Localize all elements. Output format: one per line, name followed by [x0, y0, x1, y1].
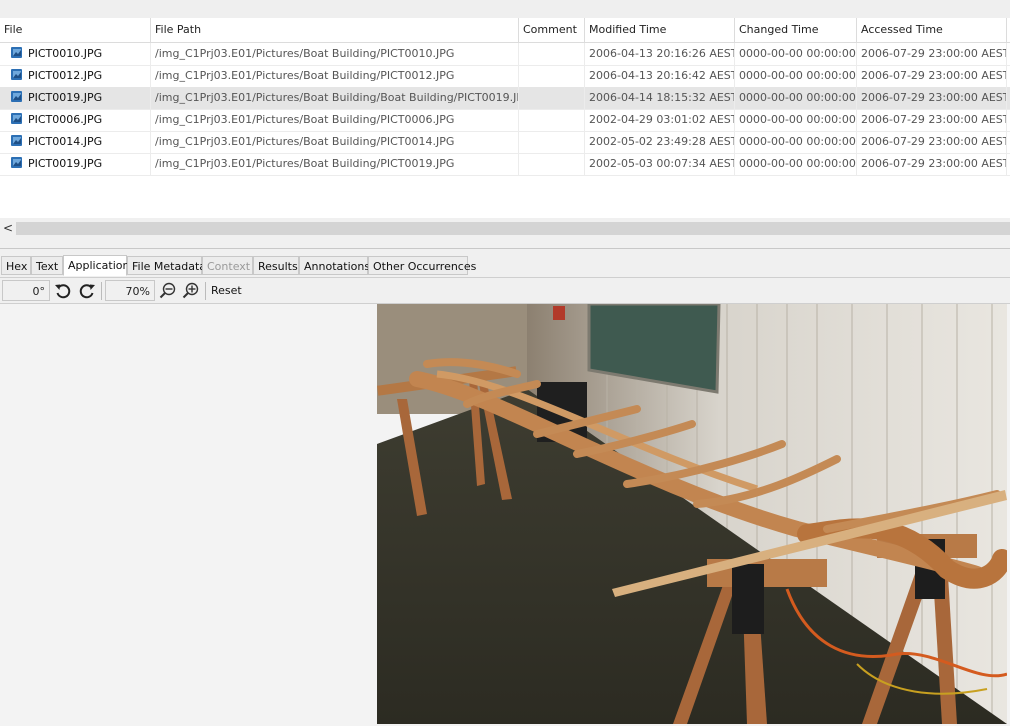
image-file-icon: [11, 69, 22, 80]
cell-file: PICT0012.JPG: [0, 65, 151, 87]
cell-modified-time: 2002-05-03 00:07:34 AEST: [585, 153, 735, 175]
column-header-modified-time[interactable]: Modified Time: [585, 18, 735, 42]
column-header-file[interactable]: File: [0, 18, 151, 42]
image-file-icon: [11, 47, 22, 58]
cell-comment: [519, 87, 585, 109]
cell-changed-time: 0000-00-00 00:00:00: [735, 65, 857, 87]
image-file-icon: [11, 113, 22, 124]
cell-accessed-time: 2006-07-29 23:00:00 AEST: [857, 87, 1007, 109]
cell-accessed-time: 2006-07-29 23:00:00 AEST: [857, 109, 1007, 131]
cell-accessed-time: 2006-07-29 23:00:00 AEST: [857, 43, 1007, 65]
tab-hex[interactable]: Hex: [1, 256, 31, 275]
content-viewer-tabs: Hex Text Application File Metadata Conte…: [0, 255, 1010, 276]
cell-file-path: /img_C1Prj03.E01/Pictures/Boat Building/…: [151, 131, 519, 153]
file-name: PICT0014.JPG: [28, 135, 103, 148]
cell-file: PICT0014.JPG: [0, 131, 151, 153]
reset-button[interactable]: Reset: [211, 282, 242, 300]
column-header-changed-time[interactable]: Changed Time: [735, 18, 857, 42]
file-name: PICT0019.JPG: [28, 157, 103, 170]
toolbar-separator: [101, 282, 102, 300]
tab-context[interactable]: Context: [202, 256, 253, 275]
cell-comment: [519, 131, 585, 153]
table-row[interactable]: PICT0006.JPG/img_C1Prj03.E01/Pictures/Bo…: [0, 109, 1010, 132]
tab-application[interactable]: Application: [63, 255, 129, 276]
cell-comment: [519, 65, 585, 87]
rotate-left-icon[interactable]: [53, 281, 73, 301]
table-row[interactable]: PICT0019.JPG/img_C1Prj03.E01/Pictures/Bo…: [0, 87, 1010, 110]
boat-building-photo: [377, 304, 1007, 724]
cell-file-path: /img_C1Prj03.E01/Pictures/Boat Building/…: [151, 109, 519, 131]
toolbar-separator: [205, 282, 206, 300]
cell-file-path: /img_C1Prj03.E01/Pictures/Boat Building/…: [151, 43, 519, 65]
file-name: PICT0012.JPG: [28, 69, 103, 82]
cell-accessed-time: 2006-07-29 23:00:00 AEST: [857, 131, 1007, 153]
column-header-accessed-time[interactable]: Accessed Time: [857, 18, 1007, 42]
cell-file: PICT0006.JPG: [0, 109, 151, 131]
cell-modified-time: 2006-04-13 20:16:42 AEST: [585, 65, 735, 87]
file-table: File File Path Comment Modified Time Cha…: [0, 18, 1010, 218]
tab-text[interactable]: Text: [31, 256, 63, 275]
scrollbar-track[interactable]: [16, 222, 1010, 235]
cell-changed-time: 0000-00-00 00:00:00: [735, 43, 857, 65]
table-row[interactable]: PICT0014.JPG/img_C1Prj03.E01/Pictures/Bo…: [0, 131, 1010, 154]
image-file-icon: [11, 157, 22, 168]
file-name: PICT0019.JPG: [28, 91, 103, 104]
cell-comment: [519, 43, 585, 65]
table-row[interactable]: PICT0010.JPG/img_C1Prj03.E01/Pictures/Bo…: [0, 43, 1010, 66]
horizontal-scrollbar[interactable]: <: [0, 220, 1010, 237]
top-strip: [0, 0, 1010, 18]
pane-divider[interactable]: [0, 248, 1010, 249]
table-row[interactable]: PICT0012.JPG/img_C1Prj03.E01/Pictures/Bo…: [0, 65, 1010, 88]
tab-other-occurrences[interactable]: Other Occurrences: [368, 256, 476, 275]
file-name: PICT0006.JPG: [28, 113, 103, 126]
cell-file-path: /img_C1Prj03.E01/Pictures/Boat Building/…: [151, 65, 519, 87]
tab-results[interactable]: Results: [253, 256, 299, 275]
cell-modified-time: 2006-04-14 18:15:32 AEST: [585, 87, 735, 109]
table-row[interactable]: PICT0019.JPG/img_C1Prj03.E01/Pictures/Bo…: [0, 153, 1010, 176]
column-header-comment[interactable]: Comment: [519, 18, 585, 42]
rotation-field[interactable]: 0°: [2, 280, 50, 301]
cell-file: PICT0019.JPG: [0, 153, 151, 175]
cell-changed-time: 0000-00-00 00:00:00: [735, 87, 857, 109]
cell-file: PICT0019.JPG: [0, 87, 151, 109]
cell-modified-time: 2006-04-13 20:16:26 AEST: [585, 43, 735, 65]
cell-accessed-time: 2006-07-29 23:00:00 AEST: [857, 65, 1007, 87]
cell-accessed-time: 2006-07-29 23:00:00 AEST: [857, 153, 1007, 175]
column-header-file-path[interactable]: File Path: [151, 18, 519, 42]
cell-file-path: /img_C1Prj03.E01/Pictures/Boat Building/…: [151, 87, 519, 109]
image-file-icon: [11, 135, 22, 146]
cell-changed-time: 0000-00-00 00:00:00: [735, 153, 857, 175]
zoom-in-icon[interactable]: [181, 281, 201, 301]
zoom-field[interactable]: 70%: [105, 280, 155, 301]
cell-changed-time: 0000-00-00 00:00:00: [735, 131, 857, 153]
scroll-left-arrow[interactable]: <: [2, 220, 14, 237]
cell-file-path: /img_C1Prj03.E01/Pictures/Boat Building/…: [151, 153, 519, 175]
cell-modified-time: 2002-05-02 23:49:28 AEST: [585, 131, 735, 153]
cell-comment: [519, 153, 585, 175]
image-viewer-toolbar: 0° 70% Reset: [0, 277, 1010, 304]
file-name: PICT0010.JPG: [28, 47, 103, 60]
cell-file: PICT0010.JPG: [0, 43, 151, 65]
zoom-out-icon[interactable]: [158, 281, 178, 301]
rotate-right-icon[interactable]: [77, 281, 97, 301]
tab-annotations[interactable]: Annotations: [299, 256, 370, 275]
image-file-icon: [11, 91, 22, 102]
image-viewer-area: [0, 303, 1010, 726]
cell-modified-time: 2002-04-29 03:01:02 AEST: [585, 109, 735, 131]
tab-file-metadata[interactable]: File Metadata: [127, 256, 206, 275]
table-header: File File Path Comment Modified Time Cha…: [0, 18, 1010, 43]
cell-changed-time: 0000-00-00 00:00:00: [735, 109, 857, 131]
cell-comment: [519, 109, 585, 131]
